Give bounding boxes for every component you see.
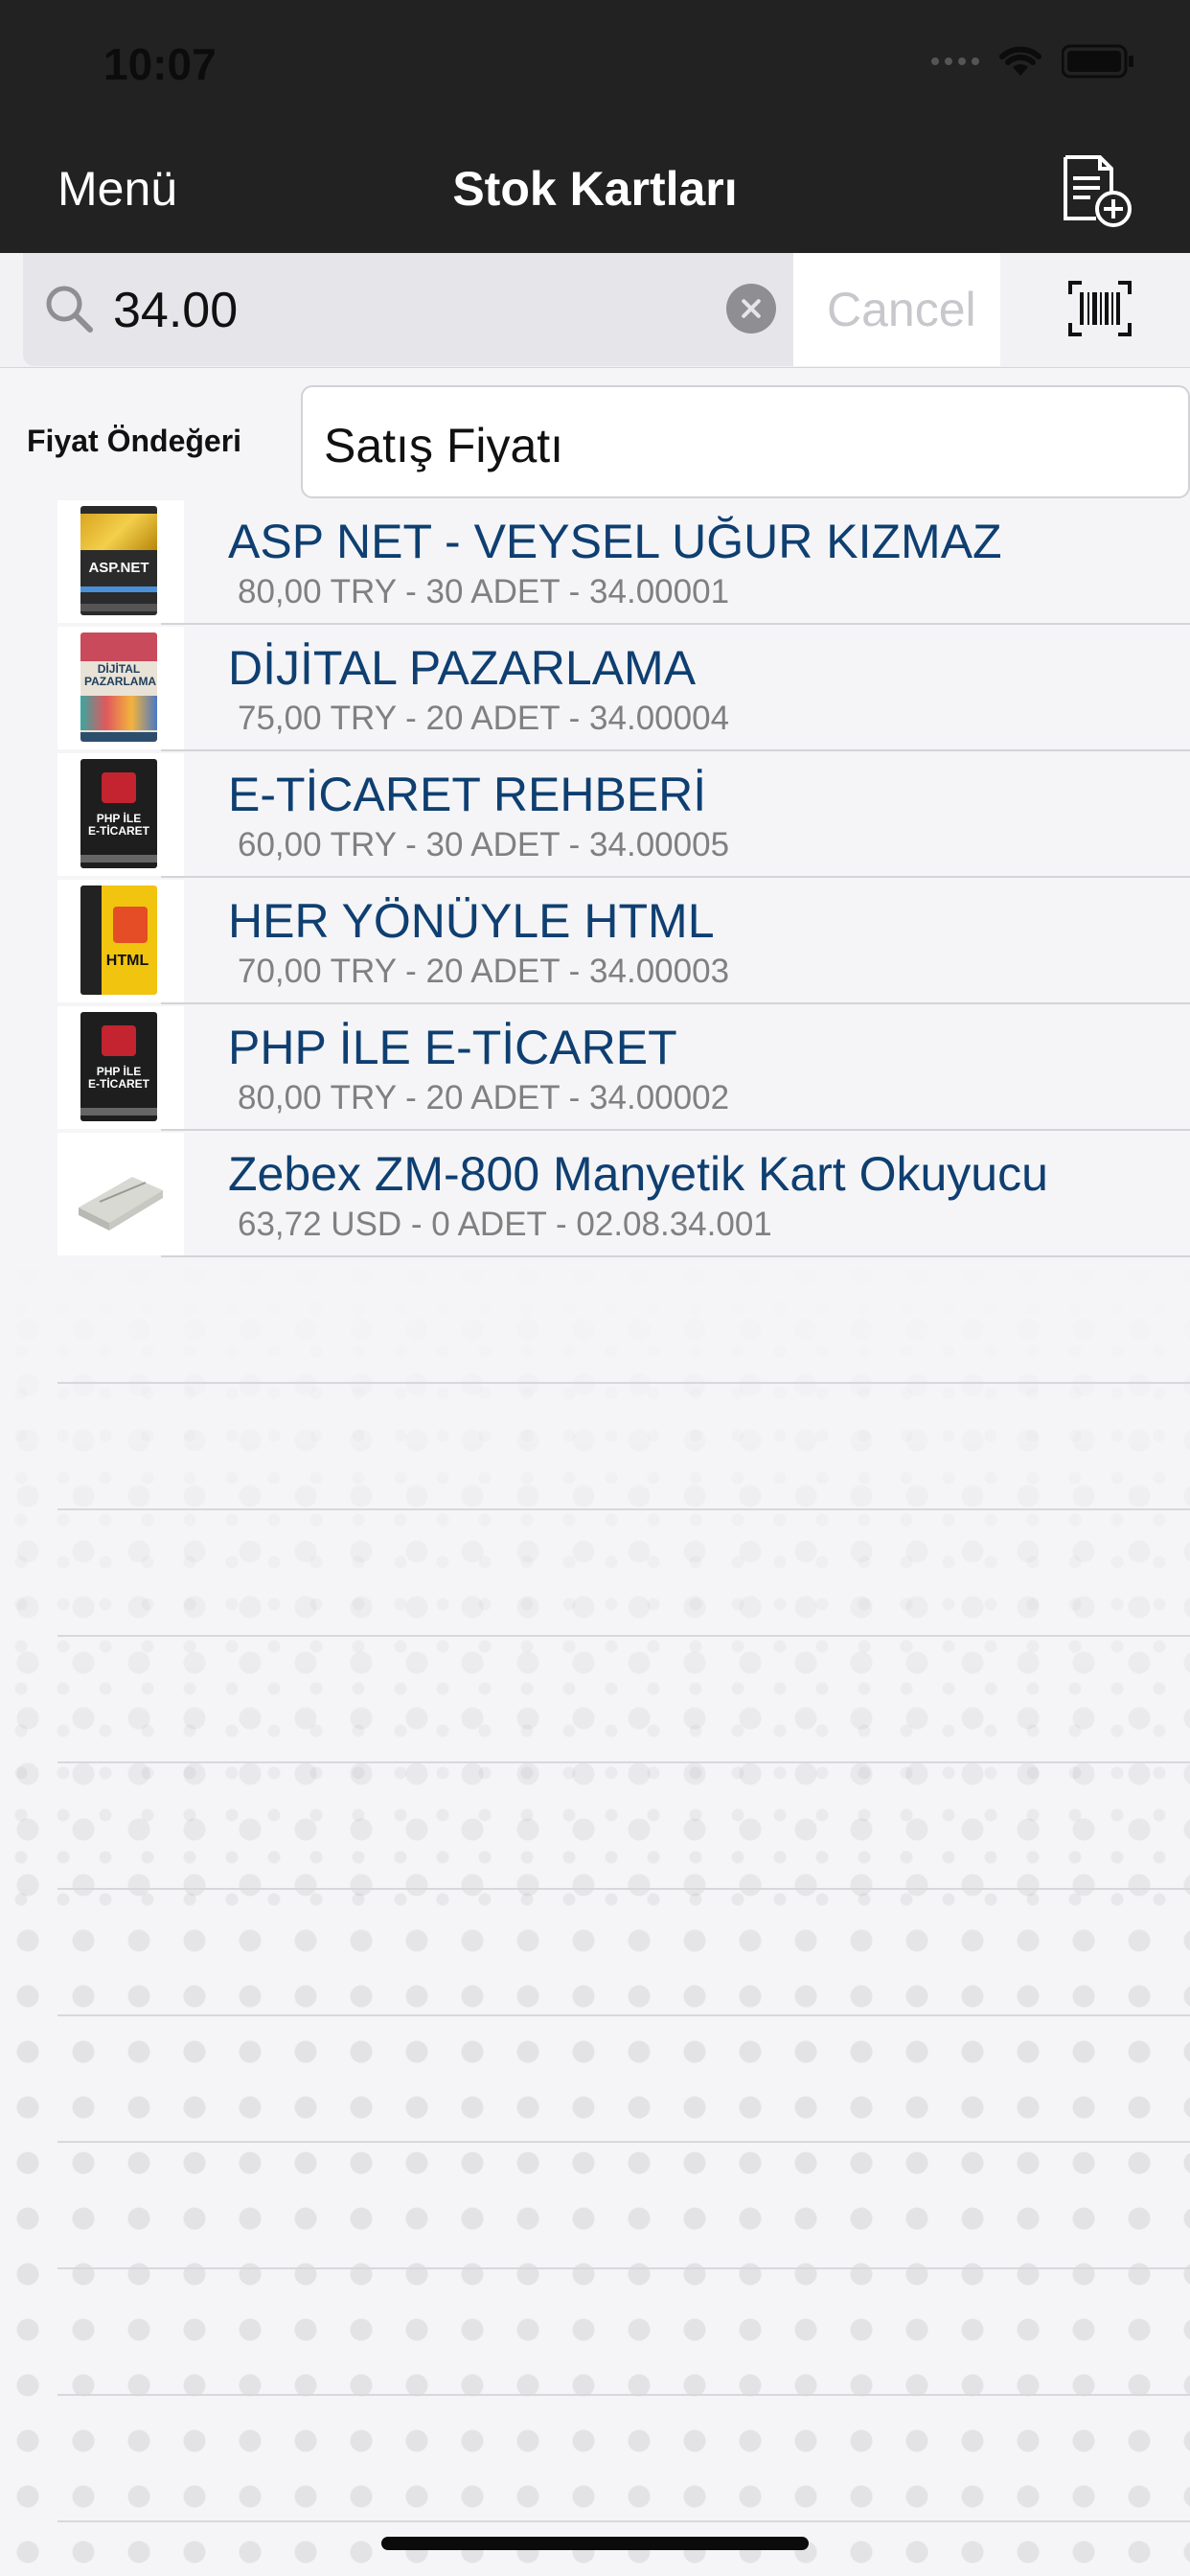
list-item[interactable]: PHP İLE E-TİCARET PHP İLE E-TİCARET 80,00… — [0, 1004, 1190, 1131]
aspnet-book-icon: ASP.NET — [80, 506, 157, 615]
item-title: HER YÖNÜYLE HTML — [228, 894, 715, 948]
item-subtitle: 80,00 TRY - 20 ADET - 34.00002 — [238, 1079, 730, 1116]
item-title: DİJİTAL PAZARLAMA — [228, 641, 697, 695]
list-item[interactable]: DİJİTAL PAZARLAMA DİJİTAL PAZARLAMA 75,0… — [0, 625, 1190, 751]
item-subtitle: 60,00 TRY - 30 ADET - 34.00005 — [238, 826, 730, 863]
empty-row — [0, 1637, 1190, 1763]
list-item[interactable]: PHP İLE E-TİCARET E-TİCARET REHBERİ 60,00… — [0, 751, 1190, 878]
item-subtitle: 75,00 TRY - 20 ADET - 34.00004 — [238, 700, 730, 737]
page-title: Stok Kartları — [452, 162, 738, 216]
price-default-row: Fiyat Öndeğeri Satış Fiyatı — [0, 381, 1190, 500]
empty-row — [0, 2269, 1190, 2396]
item-subtitle: 70,00 TRY - 20 ADET - 34.00003 — [238, 953, 730, 990]
price-default-label: Fiyat Öndeğeri — [27, 424, 242, 458]
empty-row — [0, 1257, 1190, 1384]
search-input[interactable]: 34.00 — [23, 253, 793, 366]
html-book-icon: HTML — [80, 886, 157, 995]
price-default-select[interactable]: Satış Fiyatı — [301, 385, 1190, 498]
home-indicator[interactable] — [381, 2537, 809, 2550]
empty-row — [0, 1763, 1190, 1890]
item-thumbnail: PHP İLE E-TİCARET — [57, 1006, 184, 1129]
card-reader-icon — [79, 1177, 163, 1230]
search-bar: 34.00 Cancel — [0, 253, 1190, 368]
empty-row — [0, 2143, 1190, 2269]
cellular-signal-icon — [931, 58, 979, 65]
item-title: ASP NET - VEYSEL UĞUR KIZMAZ — [228, 515, 1002, 568]
item-title: Zebex ZM-800 Manyetik Kart Okuyucu — [228, 1147, 1048, 1201]
empty-row — [0, 1890, 1190, 2016]
empty-row — [0, 2016, 1190, 2143]
item-thumbnail: DİJİTAL PAZARLAMA — [57, 627, 184, 749]
item-thumbnail: PHP İLE E-TİCARET — [57, 753, 184, 876]
item-thumbnail — [57, 1133, 184, 1255]
list-item[interactable]: HTML HER YÖNÜYLE HTML 70,00 TRY - 20 ADE… — [0, 878, 1190, 1004]
cancel-area: Cancel — [793, 253, 1000, 366]
empty-row — [0, 1384, 1190, 1510]
price-default-value: Satış Fiyatı — [324, 419, 564, 472]
item-thumbnail: HTML — [57, 880, 184, 1002]
screen: 10:07 Menü Stok Kartları 34.00 Cancel Fi… — [0, 0, 1190, 2576]
battery-icon — [1062, 44, 1133, 79]
item-title: E-TİCARET REHBERİ — [228, 768, 707, 821]
wifi-icon — [999, 46, 1041, 76]
barcode-scan-icon[interactable] — [1068, 281, 1132, 336]
add-document-icon[interactable] — [1058, 151, 1134, 228]
item-subtitle: 63,72 USD - 0 ADET - 02.08.34.001 — [238, 1206, 772, 1243]
stock-list: ASP.NET ASP NET - VEYSEL UĞUR KIZMAZ 80,… — [0, 498, 1190, 2576]
eticaret-book-icon: PHP İLE E-TİCARET — [80, 759, 157, 868]
status-time: 10:07 — [103, 39, 217, 89]
cancel-button[interactable]: Cancel — [827, 282, 976, 337]
status-icons — [931, 44, 1134, 79]
list-item[interactable]: Zebex ZM-800 Manyetik Kart Okuyucu 63,72… — [0, 1131, 1190, 1257]
item-subtitle: 80,00 TRY - 30 ADET - 34.00001 — [238, 573, 730, 610]
empty-row — [0, 2396, 1190, 2522]
search-value: 34.00 — [113, 283, 239, 338]
list-item[interactable]: ASP.NET ASP NET - VEYSEL UĞUR KIZMAZ 80,… — [0, 498, 1190, 625]
search-icon — [46, 286, 93, 333]
php-book-icon: PHP İLE E-TİCARET — [80, 1012, 157, 1121]
item-title: PHP İLE E-TİCARET — [228, 1021, 677, 1074]
dijital-pazarlama-book-icon: DİJİTAL PAZARLAMA — [80, 632, 157, 742]
navigation-bar: 10:07 Menü Stok Kartları — [0, 0, 1190, 253]
clear-search-icon[interactable] — [726, 284, 776, 334]
empty-row — [0, 1510, 1190, 1637]
item-thumbnail: ASP.NET — [57, 500, 184, 623]
